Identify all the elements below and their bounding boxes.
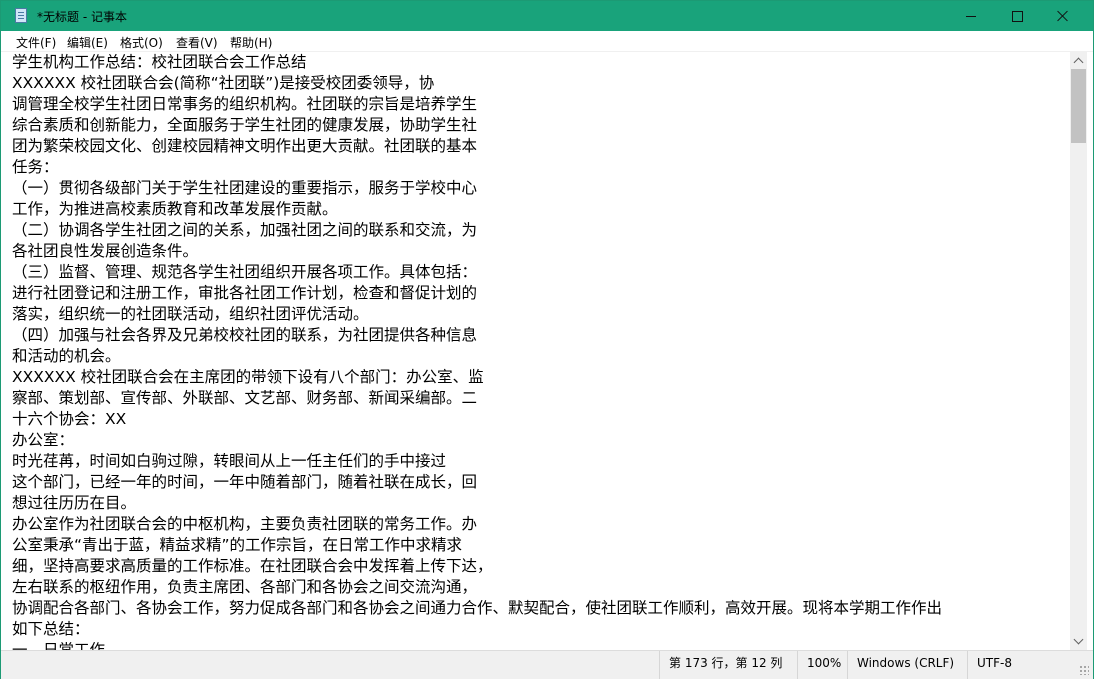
text-line: 十六个协会：XX [12,410,127,428]
text-line: 综合素质和创新能力，全面服务于学生社团的健康发展，协助学生社 [12,116,478,134]
text-line: （三）监督、管理、规范各学生社团组织开展各项工作。具体包括： [12,263,478,281]
close-icon [1057,10,1069,22]
text-line: 落实，组织统一的社团联活动，组织社团评优活动。 [12,305,369,323]
menu-format[interactable]: 格式(O) [120,34,163,51]
minimize-button[interactable] [948,1,994,31]
encoding: UTF-8 [967,651,1075,679]
text-line: 团为繁荣校园文化、创建校园精神文明作出更大贡献。社团联的基本 [12,137,478,155]
vertical-scrollbar[interactable] [1070,52,1087,650]
menu-file[interactable]: 文件(F) [16,34,56,51]
minimize-icon [966,15,976,17]
text-line: 察部、策划部、宣传部、外联部、文艺部、财务部、新闻采编部。二 [12,389,478,407]
zoom-level: 100% [797,651,847,679]
text-line: 办公室作为社团联合会的中枢机构，主要负责社团联的常务工作。办 [12,515,478,533]
scroll-down-button[interactable] [1070,633,1087,650]
cursor-position: 第 173 行，第 12 列 [659,651,797,679]
chevron-down-icon [1073,634,1084,645]
menu-edit[interactable]: 编辑(E) [67,34,108,51]
text-editor[interactable]: 学生机构工作总结：校社团联合会工作总结 XXXXXX 校社团联合会(简称“社团联… [1,52,1070,650]
text-line: （一）贯彻各级部门关于学生社团建设的重要指示，服务于学校中心 [12,179,478,197]
text-line: 左右联系的枢纽作用，负责主席团、各部门和各协会之间交流沟通， [12,578,478,596]
text-line: 协调配合各部门、各协会工作，努力促成各部门和各协会之间通力合作、默契配合，使社团… [12,599,943,617]
text-line: 进行社团登记和注册工作，审批各社团工作计划，检查和督促计划的 [12,284,478,302]
maximize-button[interactable] [994,1,1040,31]
scroll-thumb[interactable] [1071,69,1086,143]
text-line: （四）加强与社会各界及兄弟校校社团的联系，为社团提供各种信息 [12,326,478,344]
text-line: 办公室： [12,431,75,449]
notepad-icon [15,8,27,23]
text-line: 这个部门，已经一年的时间，一年中随着部门，随着社联在成长，回 [12,473,478,491]
resize-grip-icon[interactable] [1079,665,1089,675]
text-line: （二）协调各学生社团之间的关系，加强社团之间的联系和交流，为 [12,221,478,239]
text-line: 想过往历历在目。 [12,494,137,512]
text-line: 公室秉承“青出于蓝，精益求精”的工作宗旨，在日常工作中求精求 [12,536,463,554]
text-line: 各社团良性发展创造条件。 [12,242,199,260]
notepad-window: *无标题 - 记事本 文件(F) 编辑(E) 格式(O) 查看(V) 帮助(H)… [0,0,1094,679]
menu-help[interactable]: 帮助(H) [230,34,272,51]
text-line: 调管理全校学生社团日常事务的组织机构。社团联的宗旨是培养学生 [12,95,478,113]
text-line: XXXXXX 校社团联合会在主席团的带领下设有八个部门：办公室、监 [12,368,484,386]
scroll-up-button[interactable] [1070,52,1087,69]
text-line: 任务： [12,158,59,176]
line-ending: Windows (CRLF) [847,651,967,679]
text-line: 细，坚持高要求高质量的工作标准。在社团联合会中发挥着上传下达， [12,557,493,575]
text-line: 时光荏苒，时间如白驹过隙，转眼间从上一任主任们的手中接过 [12,452,447,470]
status-bar: 第 173 行，第 12 列 100% Windows (CRLF) UTF-8 [1,650,1093,679]
title-bar[interactable]: *无标题 - 记事本 [1,1,1093,31]
text-line: 一、日常工作 [12,641,106,650]
chevron-up-icon [1073,57,1084,68]
close-button[interactable] [1040,1,1086,31]
window-title: *无标题 - 记事本 [37,10,127,24]
menu-bar: 文件(F) 编辑(E) 格式(O) 查看(V) 帮助(H) [1,31,1093,52]
text-line: XXXXXX 校社团联合会(简称“社团联”)是接受校团委领导，协 [12,74,435,92]
text-line: 工作，为推进高校素质教育和改革发展作贡献。 [12,200,338,218]
text-line: 学生机构工作总结：校社团联合会工作总结 [12,53,307,71]
maximize-icon [1011,10,1023,22]
text-line: 和活动的机会。 [12,347,121,365]
text-line: 如下总结： [12,620,90,638]
menu-view[interactable]: 查看(V) [176,34,218,51]
